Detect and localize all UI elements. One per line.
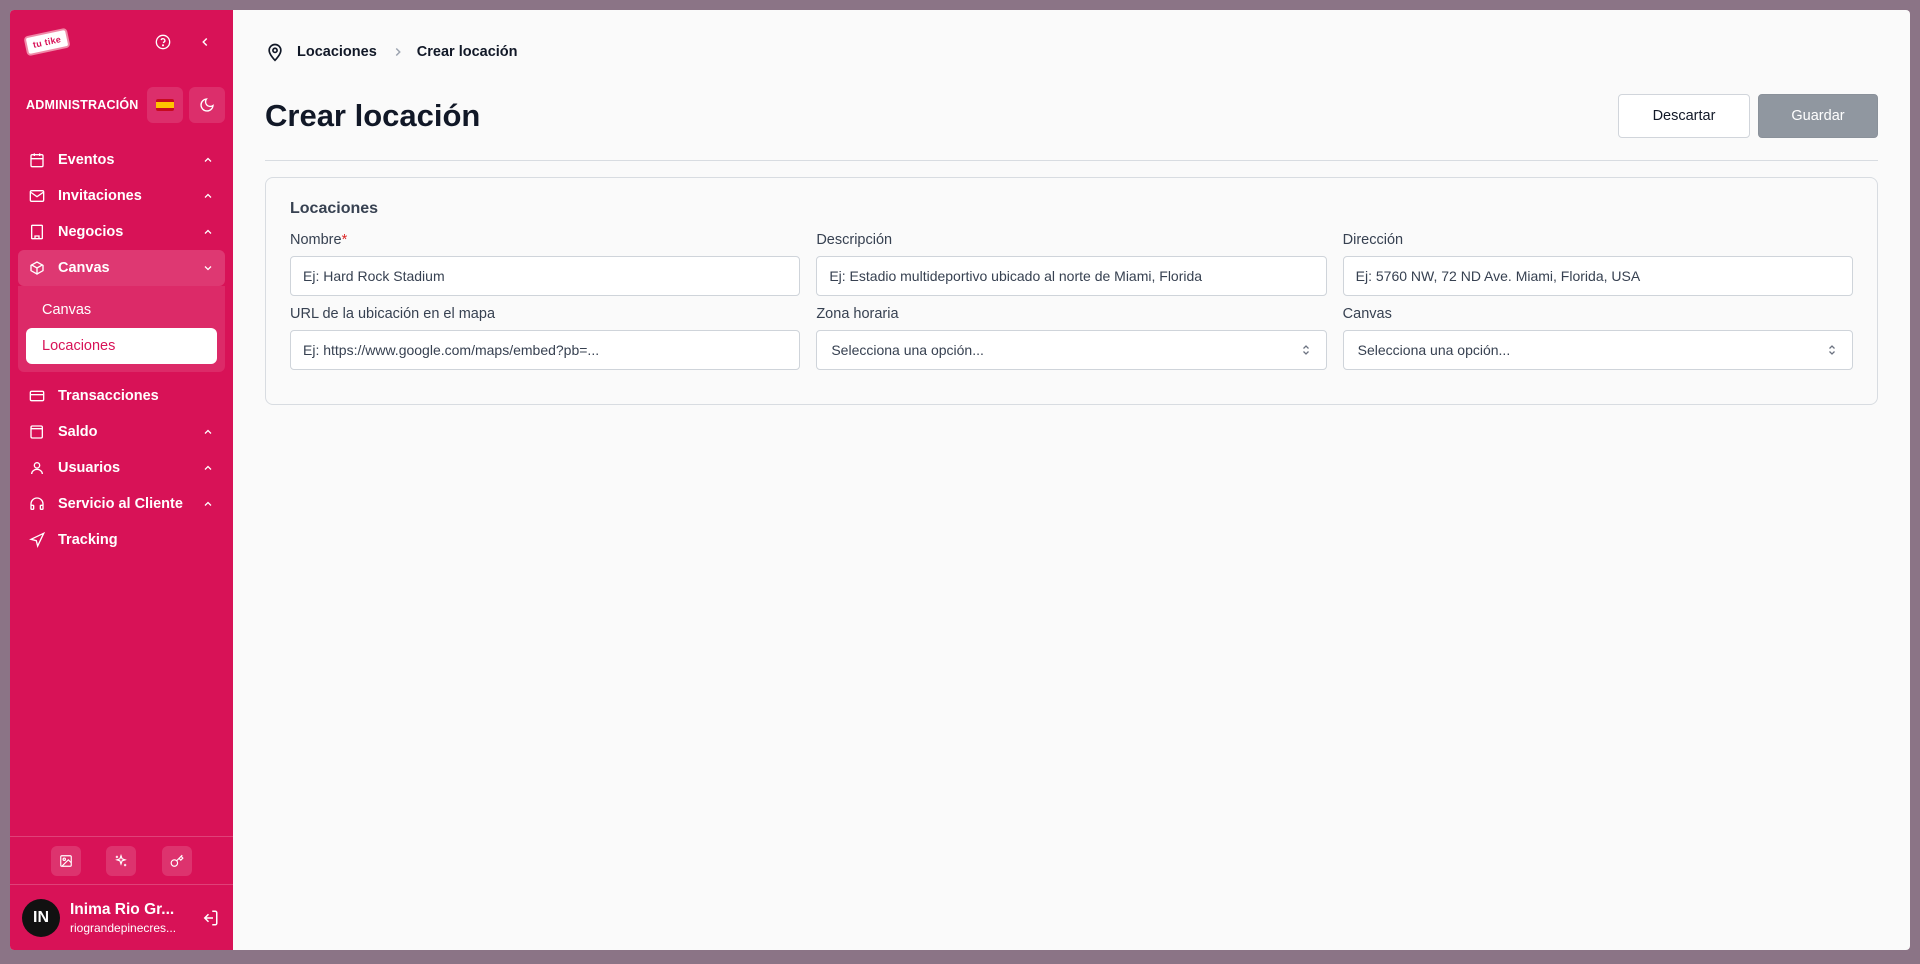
breadcrumb-locaciones[interactable]: Locaciones [297,44,377,60]
magic-button[interactable] [106,845,137,876]
nombre-label: Nombre* [290,232,348,248]
calendar-icon [28,151,46,169]
user-panel: IN Inima Rio Gr... riograndepinecres... [10,884,233,950]
required-mark: * [341,232,348,248]
canvas-select[interactable]: Selecciona una opción... [1342,330,1853,370]
mail-icon [28,187,46,205]
chevron-right-icon [391,45,405,59]
chevrons-up-down-icon [1826,343,1838,357]
descripcion-label: Descripción [816,232,893,248]
direccion-label: Dirección [1342,232,1404,248]
sidebar-item-label: Usuarios [58,460,121,476]
sidebar-item-negocios[interactable]: Negocios [18,214,225,250]
sidebar-item-canvas[interactable]: Canvas [18,250,225,286]
avatar[interactable]: IN [22,898,60,937]
key-icon [170,854,184,867]
help-icon[interactable] [153,32,173,52]
sidebar-header: tu tike [10,10,233,74]
sidebar-tools [10,836,233,884]
breadcrumb-current: Crear locación [416,44,518,60]
sidebar-item-servicio-al-cliente[interactable]: Servicio al Cliente [18,486,225,522]
sidebar-item-eventos[interactable]: Eventos [18,142,225,178]
canvas-subnav: Canvas Locaciones [18,286,225,372]
chevron-up-icon [201,189,215,203]
sidebar-subitem-canvas[interactable]: Canvas [26,292,217,328]
box-icon [28,259,46,277]
zona-horaria-field: Zona horaria Selecciona una opción... [816,306,1327,370]
zona-horaria-label: Zona horaria [816,306,899,322]
language-button[interactable] [147,87,183,123]
main-content: Locaciones Crear locación Crear locación… [233,10,1910,950]
image-button[interactable] [50,845,81,876]
chevron-up-icon [201,225,215,239]
sidebar-item-label: Tracking [58,532,118,548]
user-name: Inima Rio Gr... [70,900,175,918]
user-email: riograndepinecres... [70,920,177,935]
zona-horaria-select[interactable]: Selecciona una opción... [816,330,1327,370]
descripcion-field: Descripción [816,232,1327,296]
wallet-icon [28,423,46,441]
sidebar-item-label: Negocios [58,224,124,240]
chevron-down-icon [201,261,215,275]
logout-icon[interactable] [199,907,221,929]
map-pin-icon [265,42,285,62]
canvas-label: Canvas [1342,306,1392,322]
url-mapa-input[interactable] [290,330,801,370]
section-title: Locaciones [290,200,379,217]
admin-bar: ADMINISTRACIÓN [10,74,233,128]
sidebar-footer: IN Inima Rio Gr... riograndepinecres... [10,836,233,950]
chevron-up-icon [201,425,215,439]
sidebar-item-label: Saldo [58,424,98,440]
sidebar-nav: Eventos Invitaciones Negocios Canvas Can… [10,142,233,558]
sidebar-item-label: Eventos [58,152,115,168]
chevron-up-icon [201,461,215,475]
url-mapa-label: URL de la ubicación en el mapa [290,306,496,322]
dark-mode-button[interactable] [189,87,225,123]
sidebar-item-invitaciones[interactable]: Invitaciones [18,178,225,214]
sidebar-item-label: Transacciones [58,388,159,404]
direccion-input[interactable] [1342,256,1853,296]
sidebar-item-saldo[interactable]: Saldo [18,414,225,450]
page-header: Crear locación Descartar Guardar [265,94,1878,161]
moon-icon [200,98,214,112]
building-icon [28,223,46,241]
sidebar-item-label: Servicio al Cliente [58,496,183,512]
descripcion-input[interactable] [816,256,1327,296]
save-button[interactable]: Guardar [1758,94,1878,138]
key-button[interactable] [162,845,193,876]
canvas-field: Canvas Selecciona una opción... [1342,306,1853,370]
page-title: Crear locación [265,98,481,133]
breadcrumb: Locaciones Crear locación [265,40,1878,64]
spain-flag-icon [156,99,174,111]
app-logo[interactable]: tu tike [17,22,76,63]
sidebar-item-label: Canvas [58,260,110,276]
chevrons-up-down-icon [1300,343,1312,357]
image-icon [59,854,72,867]
direccion-field: Dirección [1342,232,1853,296]
logo-text: tu tike [23,27,71,57]
collapse-sidebar-icon[interactable] [195,32,215,52]
location-form-card: Locaciones Nombre* Descripción Dirección… [265,177,1878,405]
zona-horaria-value: Selecciona una opción... [831,342,984,358]
nombre-field: Nombre* [290,232,801,296]
url-mapa-field: URL de la ubicación en el mapa [290,306,801,370]
user-icon [28,459,46,477]
headset-icon [28,495,46,513]
discard-button[interactable]: Descartar [1618,94,1750,138]
send-icon [28,531,46,549]
sidebar-subitem-locaciones[interactable]: Locaciones [26,328,217,364]
sidebar-item-label: Invitaciones [58,188,142,204]
nombre-input[interactable] [290,256,801,296]
credit-card-icon [28,387,46,405]
chevron-up-icon [201,153,215,167]
sparkles-icon [115,853,128,866]
sidebar: tu tike ADMINISTRACIÓN Eventos Invitacio… [10,10,233,950]
app-window: tu tike ADMINISTRACIÓN Eventos Invitacio… [10,10,1910,950]
admin-label: ADMINISTRACIÓN [26,98,139,112]
chevron-up-icon [201,497,215,511]
sidebar-item-usuarios[interactable]: Usuarios [18,450,225,486]
sidebar-item-tracking[interactable]: Tracking [18,522,225,558]
canvas-value: Selecciona una opción... [1357,342,1511,358]
sidebar-item-transacciones[interactable]: Transacciones [18,378,225,414]
